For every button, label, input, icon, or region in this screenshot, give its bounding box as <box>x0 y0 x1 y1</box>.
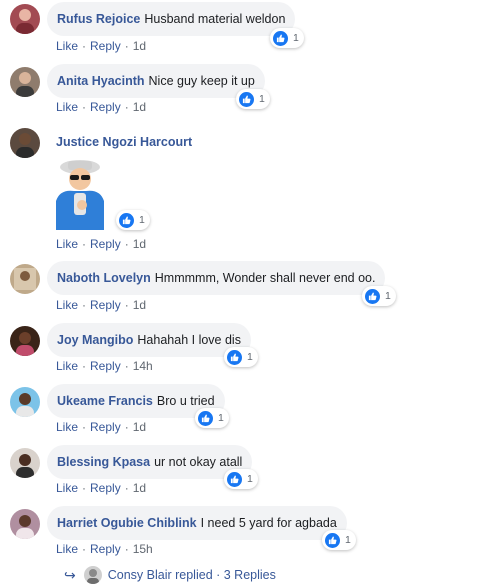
reaction-count-badge[interactable]: 1 <box>236 89 270 109</box>
avatar <box>83 566 102 584</box>
thumbs-up-icon <box>198 410 213 426</box>
view-replies-link[interactable]: ↪ Consy Blair replied · 3 Replies <box>64 566 276 584</box>
reply-link[interactable]: Reply <box>90 100 121 114</box>
comment-timestamp[interactable]: 1d <box>133 39 146 53</box>
avatar[interactable] <box>10 387 40 417</box>
reaction-count-badge[interactable]: 1 <box>195 408 229 428</box>
like-link[interactable]: Like <box>56 298 78 312</box>
comment-author[interactable]: Harriet Ogubie Chiblink <box>57 516 197 530</box>
replies-text[interactable]: Consy Blair replied · 3 Replies <box>108 568 276 582</box>
comment-actions: Like · Reply · 1d <box>56 481 147 495</box>
thumbs-up-icon <box>365 288 380 304</box>
reply-link[interactable]: Reply <box>90 481 121 495</box>
avatar[interactable] <box>10 4 40 34</box>
comment-timestamp[interactable]: 1d <box>133 237 146 251</box>
comment-timestamp[interactable]: 1d <box>133 298 146 312</box>
comment-bubble: Blessing Kpasa ur not okay atall <box>47 445 253 479</box>
reaction-count: 1 <box>293 32 299 44</box>
thumbs-up-icon <box>119 212 134 228</box>
thumbs-up-icon <box>325 532 340 548</box>
thumbs-up-icon <box>273 30 288 46</box>
comment-bubble: Harriet Ogubie Chiblink I need 5 yard for… <box>47 506 347 540</box>
comment-bubble: Anita Hyacinth Nice guy keep it up <box>47 64 265 98</box>
avatar[interactable] <box>10 509 40 539</box>
like-link[interactable]: Like <box>56 420 78 434</box>
reaction-count: 1 <box>259 93 265 105</box>
comment-text: Husband material weldon <box>144 12 286 26</box>
avatar[interactable] <box>10 128 40 158</box>
comment-actions: Like · Reply · 14h <box>56 359 153 373</box>
comment-author[interactable]: Joy Mangibo <box>57 333 133 347</box>
reply-link[interactable]: Reply <box>90 420 121 434</box>
comment-bubble: Rufus Rejoice Husband material weldon <box>47 2 296 36</box>
comment-author[interactable]: Blessing Kpasa <box>57 455 150 469</box>
reaction-count-badge[interactable]: 1 <box>322 530 356 550</box>
reaction-count: 1 <box>345 534 351 546</box>
reply-link[interactable]: Reply <box>90 39 121 53</box>
reaction-count: 1 <box>247 473 253 485</box>
comment-actions: Like · Reply · 1d <box>56 298 147 312</box>
like-link[interactable]: Like <box>56 481 78 495</box>
reaction-count: 1 <box>139 214 145 226</box>
reply-link[interactable]: Reply <box>90 542 121 556</box>
reaction-count-badge[interactable]: 1 <box>270 28 304 48</box>
reply-link[interactable]: Reply <box>90 237 121 251</box>
reply-link[interactable]: Reply <box>90 359 121 373</box>
like-link[interactable]: Like <box>56 39 78 53</box>
sunglasses-thumbs-up-sticker <box>48 155 108 230</box>
comment-bubble: Naboth Lovelyn Hmmmmm, Wonder shall never… <box>47 261 386 295</box>
comment-author[interactable]: Naboth Lovelyn <box>57 271 151 285</box>
reaction-count-badge[interactable]: 1 <box>224 469 258 489</box>
comment-actions: Like · Reply · 1d <box>56 100 147 114</box>
comment-actions: Like · Reply · 15h <box>56 542 153 556</box>
reply-link[interactable]: Reply <box>90 298 121 312</box>
comment-actions: Like · Reply · 1d <box>56 39 147 53</box>
reaction-count-badge[interactable]: 1 <box>224 347 258 367</box>
reaction-count-badge[interactable]: 1 <box>362 286 396 306</box>
like-link[interactable]: Like <box>56 359 78 373</box>
avatar[interactable] <box>10 67 40 97</box>
thumbs-up-icon <box>227 471 242 487</box>
comment-actions: Like · Reply · 1d <box>56 237 147 251</box>
comment-author[interactable]: Justice Ngozi Harcourt <box>56 135 192 149</box>
reaction-count: 1 <box>218 412 224 424</box>
avatar[interactable] <box>10 264 40 294</box>
comment-bubble: Joy Mangibo Hahahah I love dis <box>47 323 251 357</box>
avatar[interactable] <box>10 326 40 356</box>
avatar[interactable] <box>10 448 40 478</box>
comment-author[interactable]: Anita Hyacinth <box>57 74 145 88</box>
reply-arrow-icon: ↪ <box>64 566 76 583</box>
comment-text: ur not okay atall <box>154 455 243 469</box>
reaction-count-badge[interactable]: 1 <box>116 210 150 230</box>
like-link[interactable]: Like <box>56 100 78 114</box>
comment-timestamp[interactable]: 14h <box>133 359 153 373</box>
comment-author[interactable]: Ukeame Francis <box>57 394 153 408</box>
comment-text: Nice guy keep it up <box>148 74 255 88</box>
comment-text: Bro u tried <box>156 394 215 408</box>
thumbs-up-icon <box>227 349 242 365</box>
reaction-count: 1 <box>385 290 391 302</box>
comment-actions: Like · Reply · 1d <box>56 420 147 434</box>
like-link[interactable]: Like <box>56 542 78 556</box>
comment-author[interactable]: Rufus Rejoice <box>57 12 140 26</box>
like-link[interactable]: Like <box>56 237 78 251</box>
comment-text: Hahahah I love dis <box>137 333 241 347</box>
comment-timestamp[interactable]: 15h <box>133 542 153 556</box>
comment-timestamp[interactable]: 1d <box>133 481 146 495</box>
comment-text: I need 5 yard for agbada <box>200 516 337 530</box>
thumbs-up-icon <box>239 91 254 107</box>
comment-timestamp[interactable]: 1d <box>133 420 146 434</box>
reaction-count: 1 <box>247 351 253 363</box>
comment-timestamp[interactable]: 1d <box>133 100 146 114</box>
comment-text: Hmmmmm, Wonder shall never end oo. <box>154 271 376 285</box>
